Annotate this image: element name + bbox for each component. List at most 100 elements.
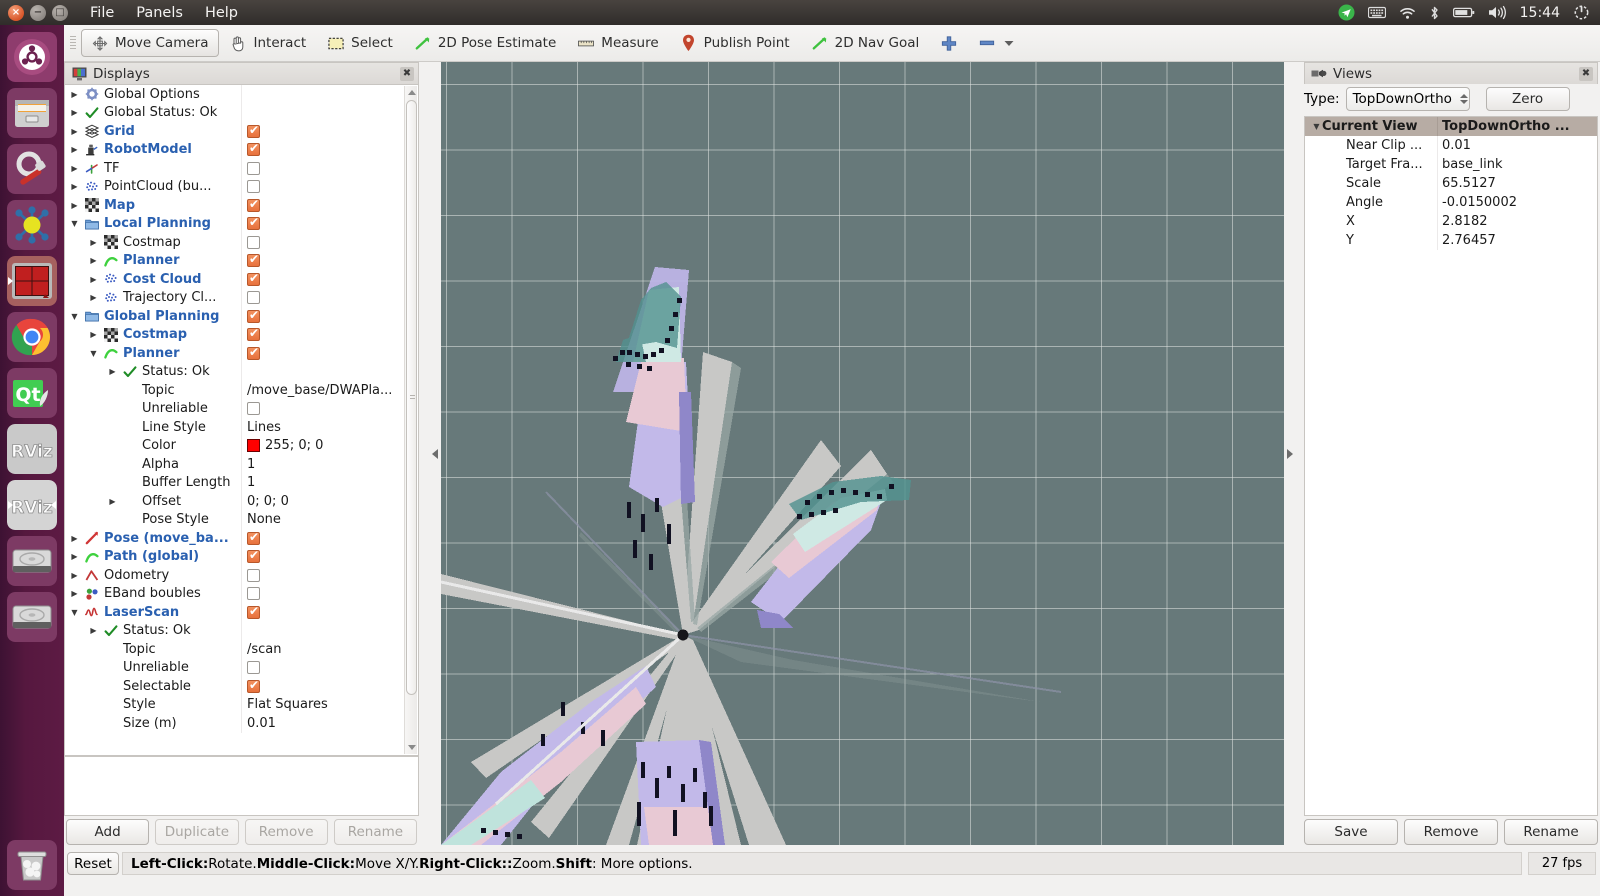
expand-arrow-icon[interactable]: ▶ (107, 497, 118, 506)
collapse-arrow-icon[interactable]: ▼ (69, 312, 80, 321)
menu-help[interactable]: Help (205, 5, 238, 21)
view-type-select[interactable]: TopDownOrtho (1346, 87, 1470, 111)
telegram-icon[interactable] (1338, 0, 1355, 25)
keyboard-icon[interactable] (1368, 0, 1386, 25)
view-row-value[interactable]: 2.76457 (1437, 231, 1597, 250)
spinner-arrows-icon[interactable] (1460, 94, 1468, 104)
scroll-up-arrow[interactable] (408, 90, 416, 95)
displays-scrollbar[interactable] (404, 86, 417, 754)
collapse-arrow-icon[interactable]: ▼ (69, 608, 80, 617)
collapse-arrow-icon[interactable]: ▼ (88, 349, 99, 358)
display-row-unreliable[interactable]: Unreliable (65, 400, 418, 419)
remove-button[interactable]: Remove (245, 819, 328, 845)
checkbox-unchecked[interactable] (247, 180, 260, 193)
scroll-down-arrow[interactable] (408, 745, 416, 750)
checkbox-checked[interactable] (247, 254, 260, 267)
display-row-value[interactable]: 1 (247, 457, 255, 472)
checkbox-checked[interactable] (247, 680, 260, 693)
menu-panels[interactable]: Panels (136, 5, 183, 21)
tool-2d-pose-estimate[interactable]: 2D Pose Estimate (404, 29, 567, 57)
remove-view-button[interactable]: Remove (1404, 819, 1498, 845)
expand-arrow-icon[interactable]: ▶ (88, 256, 99, 265)
view-row-value[interactable]: base_link (1437, 155, 1597, 174)
display-row-value[interactable]: 0.01 (247, 716, 276, 731)
expand-arrow-icon[interactable]: ▶ (69, 182, 80, 191)
launcher-item-rviz-1[interactable]: RViz (7, 424, 57, 474)
zero-button[interactable]: Zero (1486, 87, 1570, 111)
view-row-value[interactable]: -0.0150002 (1437, 193, 1597, 212)
checkbox-checked[interactable] (247, 125, 260, 138)
expand-arrow-icon[interactable]: ▶ (88, 238, 99, 247)
checkbox-checked[interactable] (247, 273, 260, 286)
display-row-value[interactable]: /scan (247, 642, 282, 657)
checkbox-unchecked[interactable] (247, 402, 260, 415)
checkbox-unchecked[interactable] (247, 569, 260, 582)
app-menubar[interactable]: File Panels Help (90, 5, 238, 21)
expand-arrow-icon[interactable]: ▶ (69, 127, 80, 136)
display-row-value[interactable]: None (247, 512, 281, 527)
display-row-value[interactable]: 1 (247, 475, 255, 490)
expand-arrow-icon[interactable]: ▶ (88, 293, 99, 302)
tool-interact[interactable]: Interact (219, 29, 317, 57)
save-button[interactable]: Save (1304, 819, 1398, 845)
tool-measure[interactable]: Measure (567, 29, 669, 57)
launcher-item-disk-1[interactable] (7, 536, 57, 586)
display-row-value[interactable]: Lines (247, 420, 281, 435)
duplicate-button[interactable]: Duplicate (155, 819, 238, 845)
maximize-icon[interactable]: □ (52, 5, 68, 21)
view-row-value[interactable]: 0.01 (1437, 136, 1597, 155)
launcher-item-rviz-2[interactable]: RViz (7, 480, 57, 530)
display-row-map[interactable]: ▶Map (65, 196, 418, 215)
expand-arrow-icon[interactable]: ▶ (88, 626, 99, 635)
display-row-costmap[interactable]: ▶Costmap (65, 326, 418, 345)
display-row-costmap[interactable]: ▶Costmap (65, 233, 418, 252)
views-tree[interactable]: ▼Current ViewTopDownOrtho ...Near Clip .… (1304, 116, 1598, 816)
display-row-alpha[interactable]: Alpha1 (65, 455, 418, 474)
launcher-item-files[interactable] (7, 88, 57, 138)
expand-arrow-icon[interactable]: ▶ (69, 571, 80, 580)
display-row-planner[interactable]: ▼Planner (65, 344, 418, 363)
tool-publish-point[interactable]: Publish Point (670, 29, 801, 57)
clock[interactable]: 15:44 (1520, 5, 1560, 21)
display-row-value[interactable]: 0; 0; 0 (247, 494, 289, 509)
expand-arrow-icon[interactable]: ▶ (69, 589, 80, 598)
launcher-item-ros-network[interactable] (7, 200, 57, 250)
display-row-selectable[interactable]: Selectable (65, 677, 418, 696)
expand-arrow-icon[interactable]: ▶ (69, 108, 80, 117)
launcher-item-disk-2[interactable] (7, 592, 57, 642)
display-row-status-ok[interactable]: ▶Status: Ok (65, 363, 418, 382)
battery-icon[interactable] (1453, 0, 1475, 25)
render-viewport-3d[interactable] (441, 62, 1284, 845)
display-row-planner[interactable]: ▶Planner (65, 252, 418, 271)
toolbar-drag-handle[interactable] (68, 32, 78, 54)
view-row-value[interactable]: TopDownOrtho ... (1437, 117, 1597, 136)
view-row-y[interactable]: Y2.76457 (1305, 231, 1597, 250)
checkbox-unchecked[interactable] (247, 236, 260, 249)
checkbox-checked[interactable] (247, 347, 260, 360)
view-row-current-view[interactable]: ▼Current ViewTopDownOrtho ... (1305, 117, 1597, 136)
power-gear-icon[interactable] (1573, 0, 1590, 25)
volume-icon[interactable] (1488, 0, 1507, 25)
display-row-local-planning[interactable]: ▼Local Planning (65, 215, 418, 234)
display-row-laserscan[interactable]: ▼LaserScan (65, 603, 418, 622)
tool-2d-nav-goal[interactable]: 2D Nav Goal (801, 29, 931, 57)
display-row-robotmodel[interactable]: ▶RobotModel (65, 141, 418, 160)
unity-launcher[interactable]: Qt RViz RViz (0, 25, 64, 896)
display-row-eband-boubles[interactable]: ▶EBand boubles (65, 585, 418, 604)
wifi-icon[interactable] (1399, 0, 1416, 25)
checkbox-checked[interactable] (247, 217, 260, 230)
display-row-topic[interactable]: Topic/move_base/DWAPla... (65, 381, 418, 400)
display-row-pointcloud-bu[interactable]: ▶PointCloud (bu... (65, 178, 418, 197)
launcher-item-trash[interactable] (7, 840, 57, 890)
display-row-color[interactable]: Color255; 0; 0 (65, 437, 418, 456)
collapse-arrow-icon[interactable]: ▼ (1311, 122, 1322, 131)
rename-view-button[interactable]: Rename (1504, 819, 1598, 845)
tool-select[interactable]: Select (317, 29, 404, 57)
display-row-topic[interactable]: Topic/scan (65, 640, 418, 659)
expand-arrow-icon[interactable]: ▶ (69, 90, 80, 99)
checkbox-checked[interactable] (247, 143, 260, 156)
collapse-arrow-icon[interactable]: ▼ (69, 219, 80, 228)
view-row-scale[interactable]: Scale65.5127 (1305, 174, 1597, 193)
display-row-tf[interactable]: ▶TF (65, 159, 418, 178)
display-row-buffer-length[interactable]: Buffer Length1 (65, 474, 418, 493)
